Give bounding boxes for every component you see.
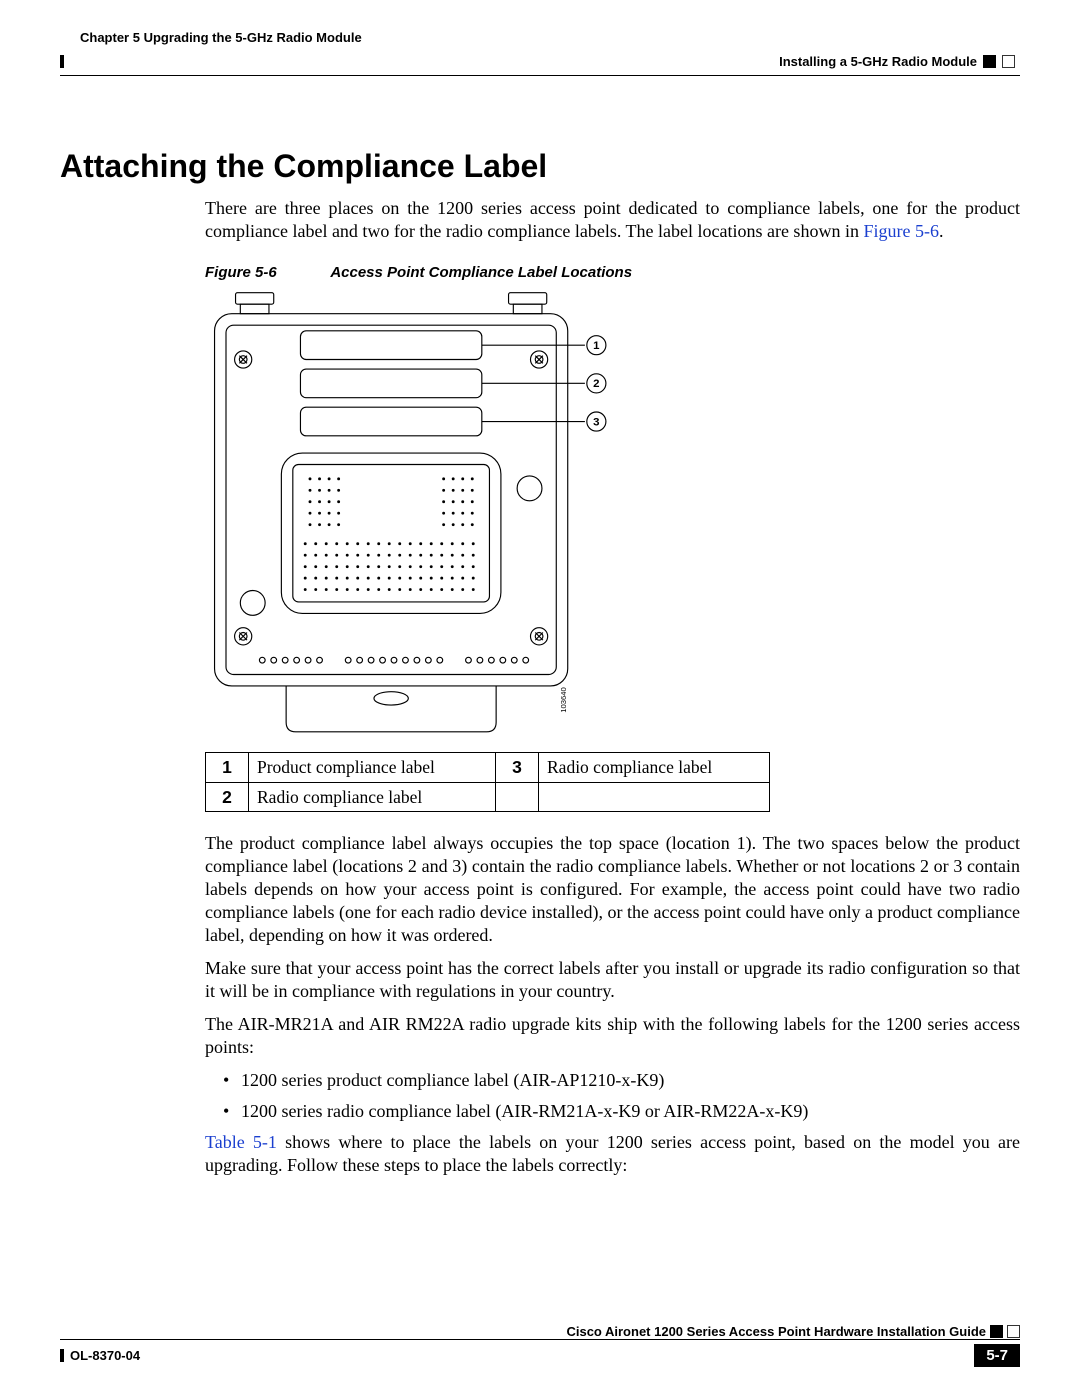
callout-1: 1 — [593, 340, 600, 352]
figure-id-number: 103640 — [559, 687, 568, 712]
figure-xref[interactable]: Figure 5-6 — [863, 221, 939, 241]
footer-left-bar — [60, 1349, 64, 1362]
paragraph-4: The AIR-MR21A and AIR RM22A radio upgrad… — [205, 1013, 1020, 1059]
paragraph-2: The product compliance label always occu… — [205, 832, 1020, 947]
footer-marker-solid — [990, 1325, 1003, 1338]
page-number: 5-7 — [974, 1344, 1020, 1367]
table-row: 1 Product compliance label 3 Radio compl… — [206, 753, 770, 782]
list-item: 1200 series radio compliance label (AIR-… — [223, 1100, 1020, 1123]
footer-guide-title: Cisco Aironet 1200 Series Access Point H… — [60, 1324, 986, 1339]
header-chapter: Chapter 5 Upgrading the 5-GHz Radio Modu… — [80, 30, 362, 69]
header-marker-solid — [983, 55, 996, 68]
table-row: 2 Radio compliance label — [206, 782, 770, 811]
page-footer: Cisco Aironet 1200 Series Access Point H… — [60, 1324, 1020, 1367]
bullet-list: 1200 series product compliance label (AI… — [205, 1069, 1020, 1123]
header-left-bar — [60, 55, 64, 68]
section-heading: Attaching the Compliance Label — [60, 148, 1020, 185]
paragraph-5: Table 5-1 shows where to place the label… — [205, 1131, 1020, 1177]
page-header: Chapter 5 Upgrading the 5-GHz Radio Modu… — [60, 30, 1020, 75]
footer-doc-number: OL-8370-04 — [60, 1348, 140, 1363]
body-content: There are three places on the 1200 serie… — [205, 197, 1020, 1177]
figure-legend-table: 1 Product compliance label 3 Radio compl… — [205, 752, 770, 812]
footer-marker-outline — [1007, 1325, 1020, 1338]
intro-paragraph: There are three places on the 1200 serie… — [205, 197, 1020, 243]
figure-diagram: 1 2 3 103640 — [205, 292, 625, 742]
header-section: Installing a 5-GHz Radio Module — [779, 54, 1015, 69]
table-xref[interactable]: Table 5-1 — [205, 1132, 277, 1152]
header-marker-outline — [1002, 55, 1015, 68]
callout-2: 2 — [593, 378, 599, 390]
header-rule — [60, 75, 1020, 76]
footer-rule — [60, 1339, 1020, 1340]
callout-3: 3 — [593, 417, 599, 429]
figure-caption: Figure 5-6 Access Point Compliance Label… — [205, 263, 1020, 282]
list-item: 1200 series product compliance label (AI… — [223, 1069, 1020, 1092]
paragraph-3: Make sure that your access point has the… — [205, 957, 1020, 1003]
